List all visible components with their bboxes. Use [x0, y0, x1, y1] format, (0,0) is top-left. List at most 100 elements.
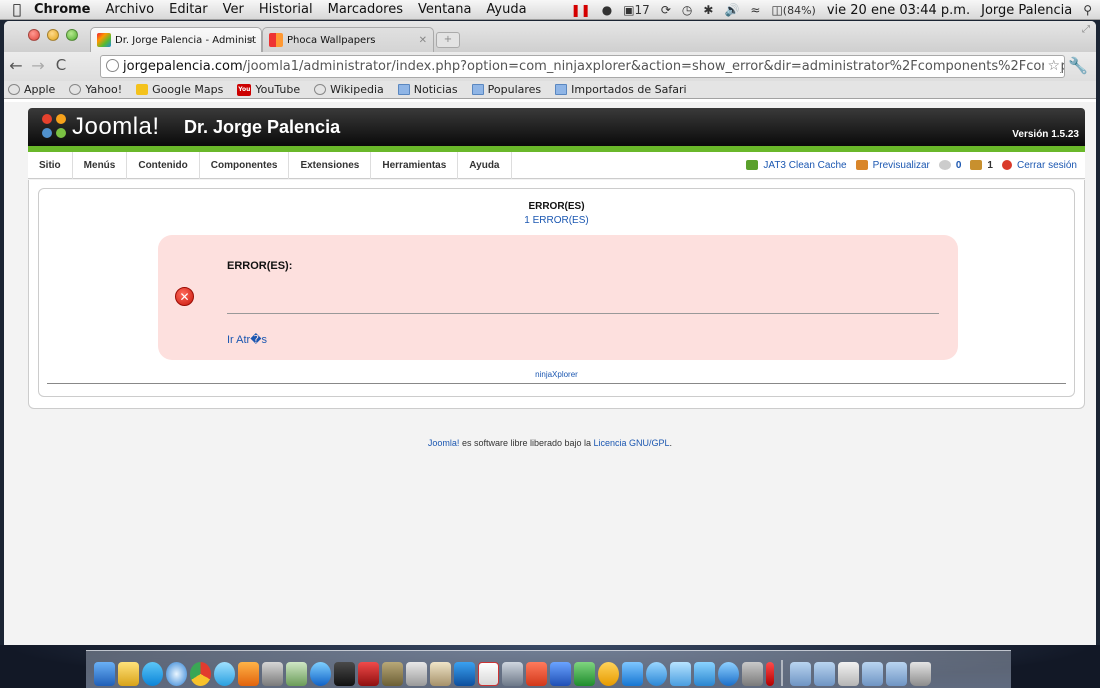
clock[interactable]: vie 20 ene 03:44 p.m. [827, 3, 970, 18]
app-menu[interactable]: Chrome [34, 2, 91, 17]
bookmark-populares[interactable]: Populares [471, 83, 541, 96]
menu-historial[interactable]: Historial [259, 2, 313, 17]
new-tab-button[interactable]: + [436, 32, 460, 48]
vlc-icon[interactable] [238, 662, 259, 686]
menu-ayuda[interactable]: Ayuda [486, 2, 526, 17]
preview-link[interactable]: Previsualizar [855, 160, 930, 171]
photos-icon[interactable] [430, 662, 451, 686]
menu-sitio[interactable]: Sitio [28, 151, 73, 179]
menu-marcadores[interactable]: Marcadores [328, 2, 403, 17]
close-window-button[interactable] [28, 29, 40, 41]
blackberry-icon[interactable] [334, 662, 355, 686]
fullscreen-icon[interactable]: ⤢ [1082, 24, 1090, 35]
indicator-icon[interactable] [766, 662, 774, 686]
menu-ayuda-joomla[interactable]: Ayuda [458, 151, 512, 179]
applications-folder-icon[interactable] [886, 662, 907, 686]
document-stack-icon[interactable] [838, 662, 859, 686]
image-capture-icon[interactable] [382, 662, 403, 686]
downloads-app-icon[interactable] [718, 662, 739, 686]
battery-icon[interactable]: ◫(84%) [771, 3, 815, 17]
user-name[interactable]: Jorge Palencia [981, 3, 1072, 18]
bookmark-star-icon[interactable]: ☆ [1044, 58, 1060, 74]
logout-link[interactable]: Cerrar sesión [1001, 160, 1077, 171]
photoshop-icon[interactable] [454, 662, 475, 686]
messages-dock-icon[interactable] [214, 662, 235, 686]
wifi-icon[interactable]: ≈ [750, 3, 760, 17]
zoom-window-button[interactable] [66, 29, 78, 41]
menu-ver[interactable]: Ver [223, 2, 244, 17]
gpl-license-link[interactable]: Licencia GNU/GPL [594, 438, 670, 448]
users-count[interactable]: 1 [970, 160, 993, 171]
preview-app-icon[interactable] [286, 662, 307, 686]
acrobat-icon[interactable] [478, 662, 499, 686]
forward-arrow-icon[interactable]: → [28, 56, 48, 75]
bookmark-yahoo[interactable]: Yahoo! [69, 83, 122, 96]
error-count-link[interactable]: 1 ERROR(ES) [39, 215, 1074, 226]
excel-icon[interactable] [574, 662, 595, 686]
bookmark-google-maps[interactable]: Google Maps [136, 83, 223, 96]
photo-booth-icon[interactable] [262, 662, 283, 686]
pause-icon[interactable]: ❚❚ [571, 3, 591, 17]
bookmark-importados-safari[interactable]: Importados de Safari [555, 83, 687, 96]
menu-ventana[interactable]: Ventana [418, 2, 471, 17]
tab-phoca-wallpapers[interactable]: Phoca Wallpapers ✕ [262, 27, 434, 52]
close-tab-icon[interactable]: ✕ [247, 35, 255, 46]
bookmark-noticias[interactable]: Noticias [397, 83, 458, 96]
menu-contenido[interactable]: Contenido [127, 151, 200, 179]
menu-extensiones[interactable]: Extensiones [289, 151, 372, 179]
network-icon[interactable] [670, 662, 691, 686]
bookmark-wikipedia[interactable]: Wikipedia [314, 83, 384, 96]
error-container: ERROR(ES) 1 ERROR(ES) ✕ ERROR(ES): Ir At… [38, 188, 1075, 397]
bluetooth-icon[interactable]: ✱ [703, 3, 713, 17]
site-name: Dr. Jorge Palencia [184, 117, 341, 137]
safari-icon[interactable] [166, 662, 187, 686]
documents-folder-icon[interactable] [814, 662, 835, 686]
messages-count[interactable]: 0 [938, 160, 961, 171]
minimize-window-button[interactable] [47, 29, 59, 41]
menu-menus[interactable]: Menús [73, 151, 128, 179]
address-bar[interactable]: jorgepalencia.com/joomla1/administrator/… [100, 55, 1065, 78]
app-red-icon[interactable] [358, 662, 379, 686]
back-arrow-icon[interactable]: ← [6, 56, 26, 75]
menu-archivo[interactable]: Archivo [106, 2, 155, 17]
spotlight-icon[interactable]: ⚲ [1083, 3, 1092, 17]
go-back-link[interactable]: Ir Atr�s [227, 333, 267, 346]
itunes-icon[interactable] [310, 662, 331, 686]
record-icon[interactable]: ● [602, 3, 612, 17]
time-machine-icon[interactable]: ◷ [682, 3, 692, 17]
menu-editar[interactable]: Editar [169, 2, 208, 17]
ninjaxplorer-credit-link[interactable]: ninjaXplorer [39, 370, 1074, 379]
bookmark-apple[interactable]: Apple [8, 83, 55, 96]
tool-icon[interactable] [406, 662, 427, 686]
volume-icon[interactable]: 🔊 [724, 3, 739, 17]
trash-icon[interactable] [910, 662, 931, 686]
tab-joomla-admin[interactable]: Dr. Jorge Palencia - Administ ✕ [90, 27, 262, 52]
menu-componentes[interactable]: Componentes [200, 151, 290, 179]
sync-icon[interactable]: ⟳ [661, 3, 671, 17]
calculator-icon[interactable] [742, 662, 763, 686]
sync-app-icon[interactable] [646, 662, 667, 686]
skype-icon[interactable] [142, 662, 163, 686]
menu-herramientas[interactable]: Herramientas [371, 151, 459, 179]
wrench-menu-icon[interactable]: 🔧 [1068, 56, 1088, 75]
page-info-icon[interactable] [106, 59, 119, 72]
joomla-logo[interactable]: Joomla! [42, 113, 160, 141]
stack-folder-icon[interactable] [790, 662, 811, 686]
chrome-icon[interactable] [190, 662, 211, 686]
activity-icon[interactable] [694, 662, 715, 686]
word-icon[interactable] [550, 662, 571, 686]
finder-icon[interactable] [94, 662, 115, 686]
notes-icon[interactable] [118, 662, 139, 686]
system-preferences-icon[interactable] [502, 662, 523, 686]
dropbox-icon[interactable] [622, 662, 643, 686]
reload-icon[interactable]: C [51, 56, 71, 74]
powerpoint-icon[interactable] [526, 662, 547, 686]
adobe-updater-icon[interactable]: ▣17 [623, 3, 650, 17]
clean-cache-link[interactable]: JAT3 Clean Cache [746, 160, 847, 171]
outlook-icon[interactable] [598, 662, 619, 686]
downloads-folder-icon[interactable] [862, 662, 883, 686]
close-tab-icon[interactable]: ✕ [419, 35, 427, 46]
joomla-link[interactable]: Joomla! [428, 438, 460, 448]
apple-menu-icon[interactable]:  [0, 2, 34, 18]
bookmark-youtube[interactable]: You YouTube [237, 83, 300, 96]
